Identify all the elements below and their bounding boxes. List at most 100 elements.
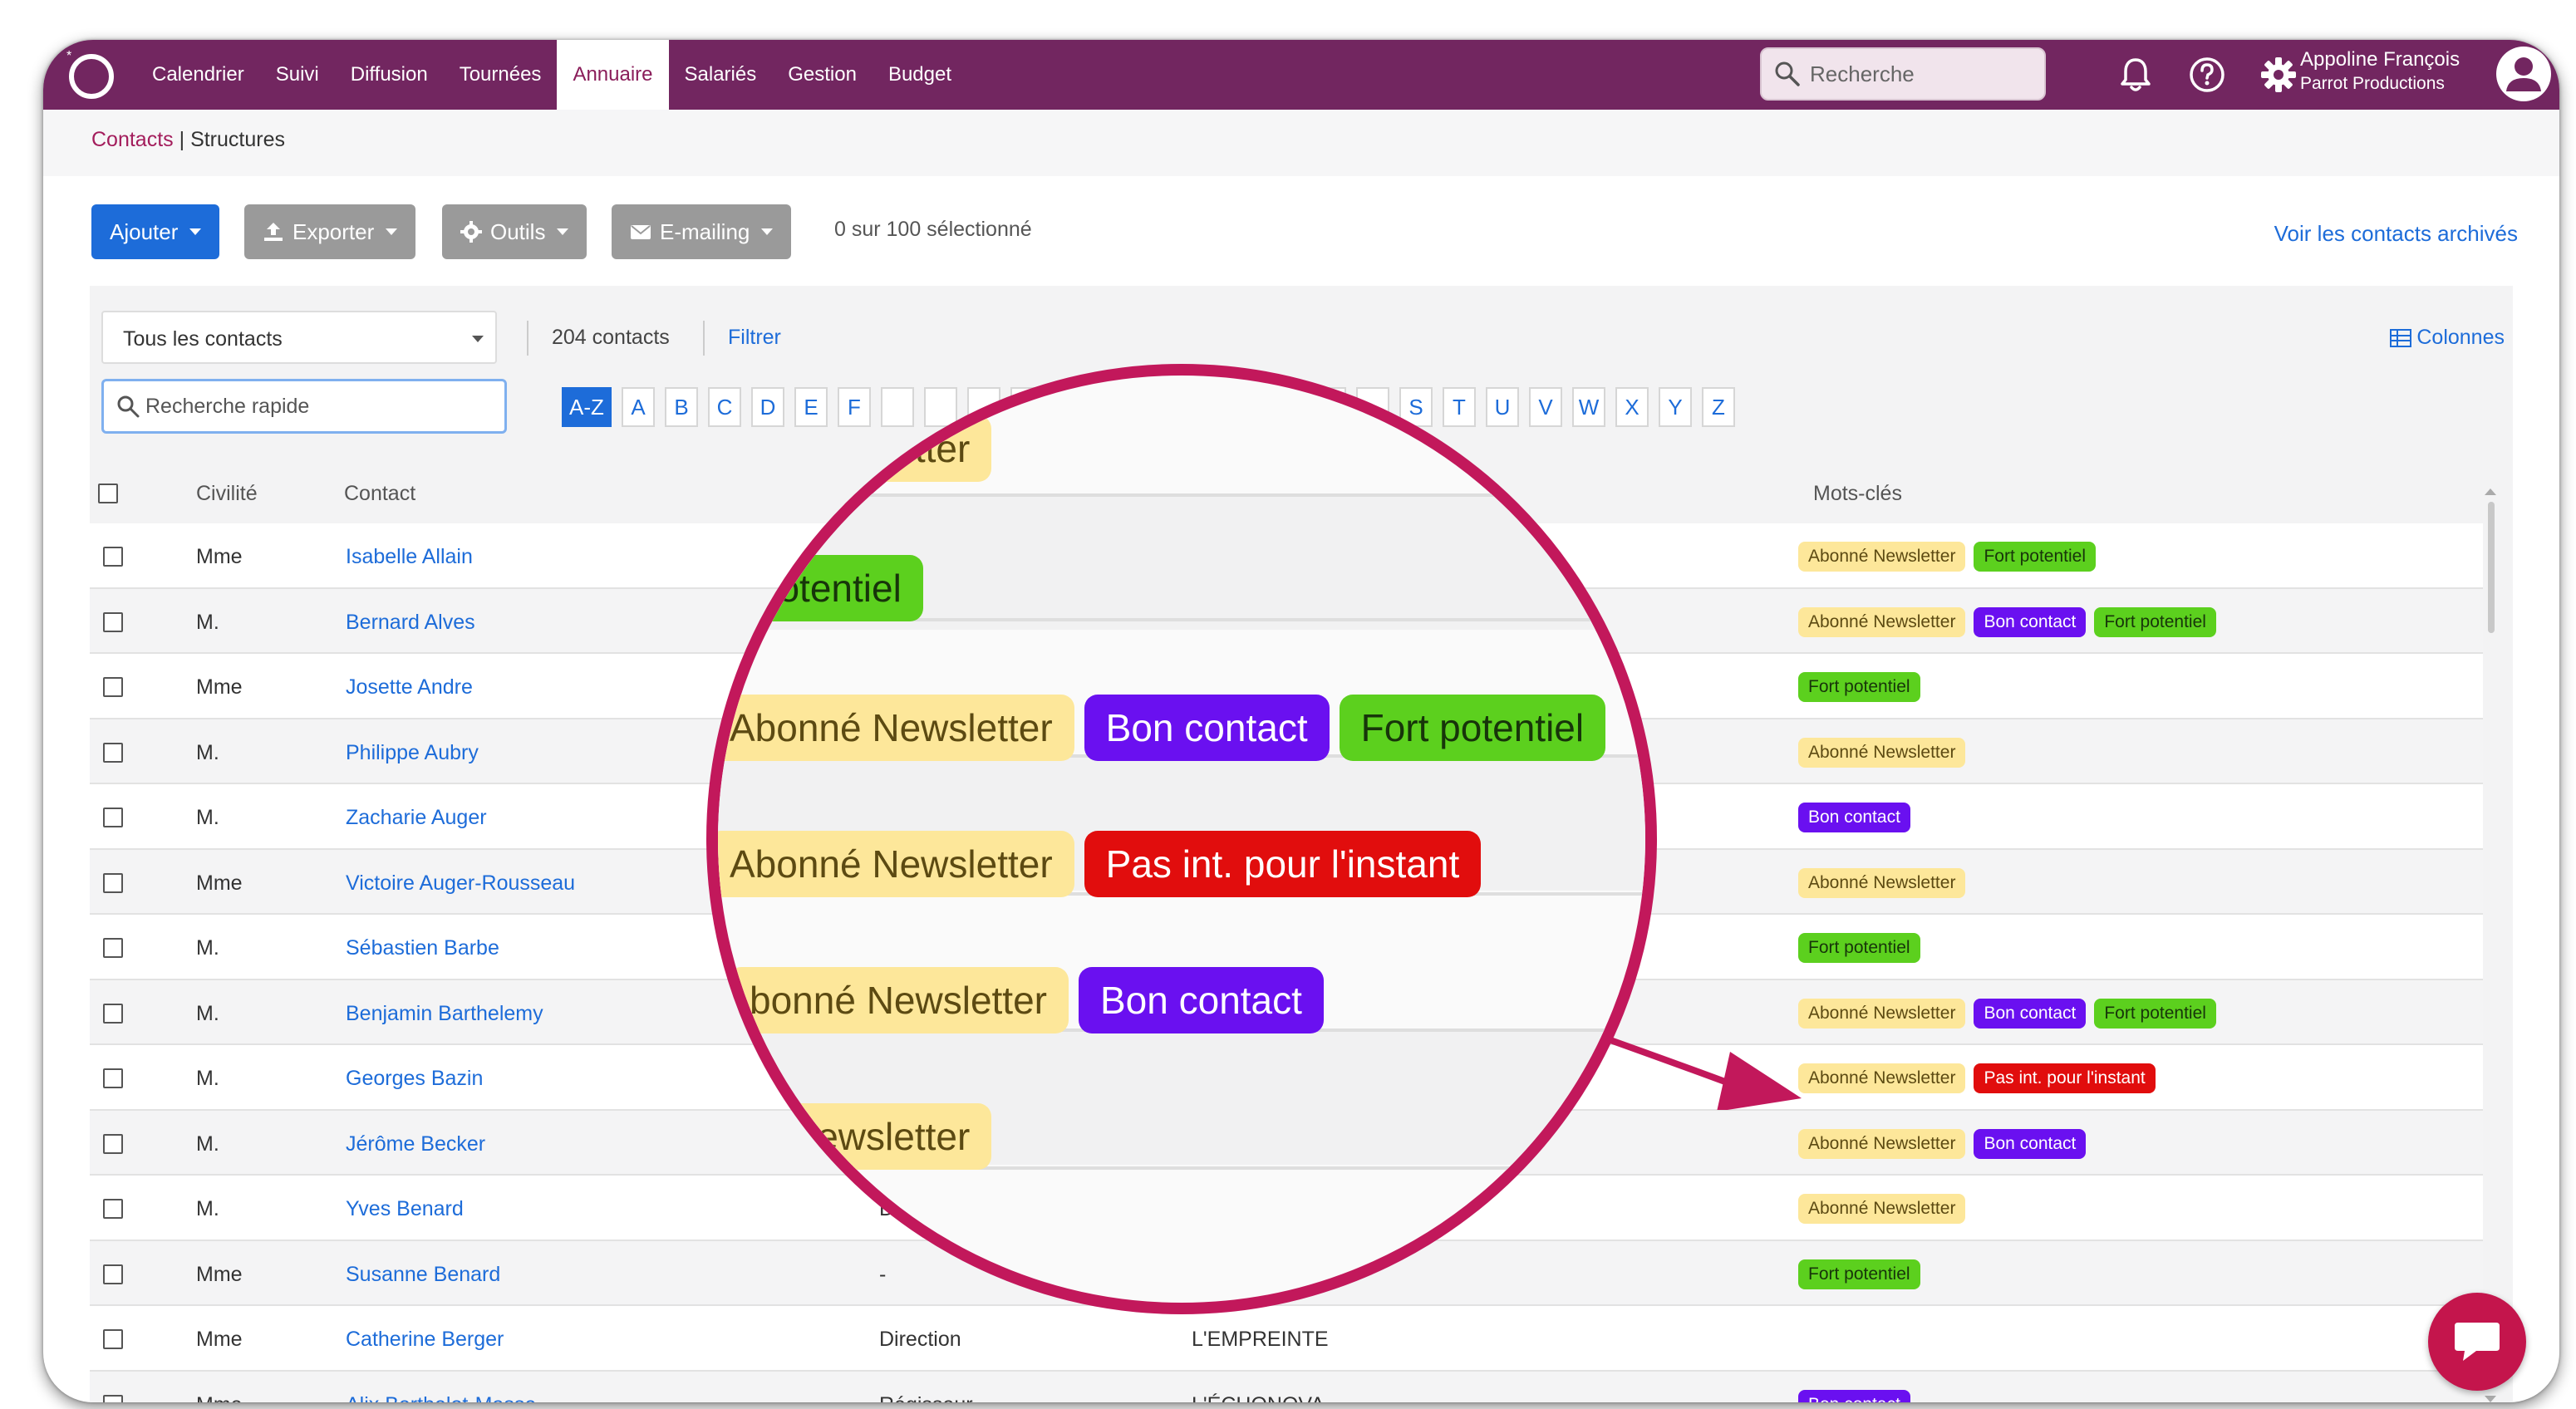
table-row[interactable]: Mme Alix Berthelot-Masse Régisseur L'ÉCHONO…: [90, 1371, 2483, 1403]
nav-item-tournées[interactable]: Tournées: [444, 40, 558, 110]
row-checkbox[interactable]: [103, 1003, 123, 1024]
nav-item-gestion[interactable]: Gestion: [772, 40, 873, 110]
contact-view-select[interactable]: Tous les contacts: [101, 311, 497, 364]
nav-item-budget[interactable]: Budget: [873, 40, 967, 110]
contact-name-link[interactable]: Zacharie Auger: [346, 806, 487, 830]
columns-button[interactable]: Colonnes: [2390, 326, 2505, 350]
lens-keyword-row: Newsletter: [768, 415, 1001, 482]
letter-filter-button[interactable]: A-Z: [562, 387, 612, 427]
search-icon: [117, 395, 140, 418]
contact-name-link[interactable]: Alix Berthelot-Masse: [346, 1393, 536, 1403]
table-row[interactable]: Mme Catherine Berger Direction L'EMPREINTE: [90, 1306, 2483, 1372]
zoomed-keyword-badge: Newsletter: [768, 415, 992, 482]
export-button-label: Exporter: [293, 218, 375, 244]
letter-filter-button[interactable]: B: [665, 387, 698, 427]
row-checkbox[interactable]: [103, 611, 123, 632]
row-checkbox[interactable]: [103, 1329, 123, 1349]
quick-search-input[interactable]: [145, 394, 478, 419]
row-checkbox[interactable]: [103, 938, 123, 958]
emailing-button[interactable]: E-mailing: [612, 204, 792, 259]
contact-name-link[interactable]: Isabelle Allain: [346, 545, 473, 569]
contact-name-link[interactable]: Victoire Auger-Rousseau: [346, 871, 575, 896]
nav-item-diffusion[interactable]: Diffusion: [335, 40, 444, 110]
row-checkbox[interactable]: [103, 1068, 123, 1088]
letter-filter-button[interactable]: Z: [1702, 387, 1735, 427]
row-checkbox[interactable]: [103, 742, 123, 763]
contact-name-link[interactable]: Jérôme Becker: [346, 1132, 485, 1156]
row-checkbox[interactable]: [103, 1394, 123, 1402]
contact-name-link[interactable]: Susanne Benard: [346, 1263, 500, 1287]
row-civility: Mme: [196, 1393, 243, 1403]
caret-down-icon: [557, 228, 569, 235]
zoomed-keyword-badge: rt potentiel: [718, 555, 923, 621]
caret-down-icon: [189, 228, 202, 235]
keyword-badge: Bon contact: [1974, 1128, 2087, 1159]
header-civility[interactable]: Civilité: [196, 482, 258, 506]
divider: [527, 321, 528, 356]
row-checkbox[interactable]: [103, 677, 123, 697]
row-civility: M.: [196, 740, 219, 764]
scrollbar-thumb[interactable]: [2488, 502, 2495, 633]
contact-name-link[interactable]: Benjamin Barthelemy: [346, 1002, 543, 1026]
gear-icon[interactable]: [2259, 55, 2298, 95]
keyword-badge: Bon contact: [1798, 803, 1910, 832]
quick-search[interactable]: [101, 379, 507, 434]
help-icon[interactable]: [2187, 55, 2227, 95]
scroll-down-icon[interactable]: [2485, 1396, 2496, 1402]
header-keywords[interactable]: Mots-clés: [1813, 482, 1902, 506]
caret-down-icon: [761, 228, 774, 235]
zoomed-keyword-badge: Bon contact: [1084, 695, 1330, 761]
row-checkbox[interactable]: [103, 1199, 123, 1219]
bell-icon[interactable]: [2116, 55, 2156, 95]
select-all-checkbox[interactable]: [98, 484, 118, 503]
global-search[interactable]: [1760, 47, 2046, 101]
row-checkbox[interactable]: [103, 1264, 123, 1284]
contact-name-link[interactable]: Catherine Berger: [346, 1328, 504, 1352]
nav-item-calendrier[interactable]: Calendrier: [136, 40, 260, 110]
user-name: Appoline François: [2300, 48, 2460, 71]
row-checkbox[interactable]: [103, 547, 123, 567]
user-icon: [2506, 57, 2541, 91]
global-search-input[interactable]: [1810, 61, 2026, 87]
nav-item-salariés[interactable]: Salariés: [669, 40, 773, 110]
scroll-up-icon[interactable]: [2485, 488, 2496, 495]
contact-name-link[interactable]: Bernard Alves: [346, 611, 475, 635]
breadcrumb-structures[interactable]: Structures: [190, 128, 285, 151]
nav-item-annuaire[interactable]: Annuaire: [557, 40, 669, 110]
filter-link[interactable]: Filtrer: [728, 326, 781, 350]
breadcrumb-contacts[interactable]: Contacts: [91, 128, 174, 151]
user-menu[interactable]: Appoline François Parrot Productions: [2300, 47, 2460, 95]
row-civility: Mme: [196, 1262, 243, 1286]
contact-name-link[interactable]: Yves Benard: [346, 1197, 464, 1221]
contact-name-link[interactable]: Josette Andre: [346, 675, 473, 700]
chat-button[interactable]: [2428, 1293, 2526, 1391]
tools-button[interactable]: Outils: [442, 204, 587, 259]
envelope-icon: [631, 225, 651, 239]
keyword-badge: Pas int. pour l'instant: [1974, 1063, 2156, 1093]
row-checkbox[interactable]: [103, 1133, 123, 1154]
zoomed-keyword-badge: Newsletter: [768, 1103, 992, 1170]
header-contact[interactable]: Contact: [344, 482, 415, 506]
gear-icon: [460, 221, 482, 243]
avatar[interactable]: [2496, 47, 2551, 101]
letter-filter-button[interactable]: Y: [1659, 387, 1692, 427]
contact-name-link[interactable]: Sébastien Barbe: [346, 936, 499, 960]
add-button[interactable]: Ajouter: [91, 204, 220, 259]
row-keywords: Abonné Newsletter: [1798, 1194, 1974, 1224]
export-button[interactable]: Exporter: [244, 204, 416, 259]
search-icon: [1775, 61, 1800, 86]
letter-filter-button[interactable]: A: [622, 387, 655, 427]
archived-contacts-link[interactable]: Voir les contacts archivés: [2274, 221, 2518, 247]
row-checkbox[interactable]: [103, 808, 123, 827]
row-checkbox[interactable]: [103, 872, 123, 893]
breadcrumb-bar: Contacts | Structures: [43, 110, 2559, 176]
keyword-badge: Abonné Newsletter: [1798, 1194, 1966, 1224]
nav-item-suivi[interactable]: Suivi: [260, 40, 335, 110]
app-logo-icon[interactable]: *: [63, 48, 116, 101]
keyword-badge: Fort potentiel: [2094, 998, 2216, 1029]
row-keywords: Bon contact: [1798, 1389, 1919, 1402]
contact-name-link[interactable]: Philippe Aubry: [346, 741, 479, 765]
contact-name-link[interactable]: Georges Bazin: [346, 1067, 483, 1091]
row-civility: Mme: [196, 675, 243, 699]
keyword-badge: Abonné Newsletter: [1798, 542, 1966, 572]
